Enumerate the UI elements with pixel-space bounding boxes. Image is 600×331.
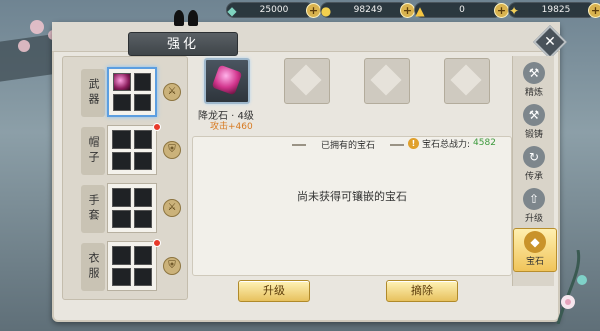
gem-cell <box>112 267 131 286</box>
notification-dot <box>153 123 161 131</box>
jade-icon: ◆ <box>227 4 237 18</box>
gem-cell <box>112 151 131 170</box>
equipment-slot[interactable] <box>107 183 157 233</box>
gem-cell <box>112 246 131 265</box>
close-icon: ✕ <box>544 34 556 50</box>
resource-coin: ✦ 19825 + <box>508 2 600 18</box>
remove-button[interactable]: 摘除 <box>386 280 458 302</box>
info-icon[interactable]: ! <box>408 137 419 149</box>
gem-cell <box>133 73 151 91</box>
tab-label: 锻铸 <box>524 130 543 140</box>
gem-cell <box>133 209 152 228</box>
equipment-label: 帽子 <box>81 127 105 175</box>
flower-decoration <box>556 250 587 324</box>
equipment-slot[interactable] <box>107 241 157 291</box>
gem-cell <box>133 151 152 170</box>
sword-icon: ⚔ <box>163 83 181 101</box>
blossom-decoration <box>30 20 44 34</box>
gem-power: ! 宝石总战力: 4582 <box>408 136 508 150</box>
coin-icon: ✦ <box>508 4 520 18</box>
equipment-item-gloves[interactable]: 手套 ⚔ <box>63 179 189 237</box>
power-value: 4582 <box>473 138 496 148</box>
power-label: 宝石总战力: <box>422 139 471 150</box>
anvil-icon: ⚒ <box>523 62 545 84</box>
equipment-label: 武器 <box>81 69 105 117</box>
page-title: 强化 <box>128 32 238 56</box>
hammer-icon: ⚒ <box>523 104 545 126</box>
tab-label: 精炼 <box>524 88 543 98</box>
resource-bar: ◆ 25000 + ● 98249 + ▲ 0 + ✦ 19825 + <box>226 2 600 22</box>
tab-label: 传承 <box>524 172 543 182</box>
gem-socket-2[interactable] <box>284 58 330 104</box>
shield-icon: ⛨ <box>163 141 181 159</box>
blossom-decoration <box>18 40 30 52</box>
tab-label: 升级 <box>524 214 543 224</box>
yuanbao-icon: ▲ <box>415 4 425 18</box>
gem-socket-4[interactable] <box>444 58 490 104</box>
gem-cell <box>113 73 131 91</box>
gem-cell <box>112 188 131 207</box>
equipment-list: 武器 ⚔ 帽子 ⛨ 手套 ⚔ 衣服 ⛨ <box>62 56 188 300</box>
tab-label: 宝石 <box>525 257 544 267</box>
equipment-slot[interactable] <box>107 67 157 117</box>
character-icon <box>166 10 206 32</box>
gem-cell <box>133 93 151 111</box>
gem-socket-1[interactable] <box>204 58 250 104</box>
gem-cell <box>112 130 131 149</box>
equipment-item-clothes[interactable]: 衣服 ⛨ <box>63 237 189 295</box>
upgrade-button[interactable]: 升级 <box>238 280 310 302</box>
owned-gems-label: 已拥有的宝石 <box>292 138 404 152</box>
arrow-up-icon: ⇧ <box>523 188 545 210</box>
gem-cell <box>112 209 131 228</box>
gem-icon <box>211 64 243 96</box>
notification-dot <box>153 239 161 247</box>
gem-cell <box>133 130 152 149</box>
gem-icon: ◆ <box>524 231 546 253</box>
equipment-label: 衣服 <box>81 243 105 291</box>
resource-yuanbao: ▲ 0 + <box>414 2 509 18</box>
equipment-label: 手套 <box>81 185 105 233</box>
gem-cell <box>133 267 152 286</box>
gem-bonus: 攻击+460 <box>210 122 253 132</box>
add-coin-button[interactable]: + <box>588 3 600 18</box>
equipment-item-weapon[interactable]: 武器 ⚔ <box>63 63 189 121</box>
empty-message: 尚未获得可镶嵌的宝石 <box>297 190 407 203</box>
sword-icon: ⚔ <box>163 199 181 217</box>
tab-inherit[interactable]: ↻ 传承 <box>516 144 552 184</box>
tab-refine[interactable]: ⚒ 精炼 <box>516 60 552 100</box>
gem-cell <box>113 93 131 111</box>
resource-gold: ● 98249 + <box>320 2 415 18</box>
tab-upgrade[interactable]: ⇧ 升级 <box>516 186 552 226</box>
gem-inventory-panel <box>192 136 512 276</box>
gem-sockets: 降龙石 · 4级 攻击+460 <box>198 58 504 134</box>
tab-forge[interactable]: ⚒ 锻铸 <box>516 102 552 142</box>
swirl-icon: ↻ <box>523 146 545 168</box>
resource-jade: ◆ 25000 + <box>226 2 321 18</box>
gem-cell <box>133 246 152 265</box>
gold-ingot-icon: ● <box>320 4 332 18</box>
equipment-item-hat[interactable]: 帽子 ⛨ <box>63 121 189 179</box>
shield-icon: ⛨ <box>163 257 181 275</box>
gem-cell <box>133 188 152 207</box>
gem-socket-3[interactable] <box>364 58 410 104</box>
equipment-slot[interactable] <box>107 125 157 175</box>
